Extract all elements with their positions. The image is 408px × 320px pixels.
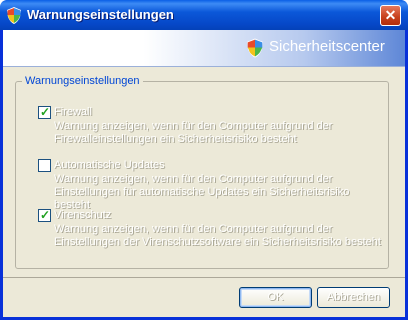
firewall-description: Warnung anzeigen, wenn für den Computer … bbox=[54, 120, 384, 146]
firewall-label[interactable]: Firewall bbox=[54, 106, 92, 118]
brand-title: Sicherheitscenter bbox=[269, 38, 385, 55]
automatic-updates-checkbox[interactable] bbox=[38, 159, 51, 172]
description-line: Einstellungen der Virenschutzsoftware ei… bbox=[54, 236, 381, 248]
virus-protection-label[interactable]: Virenschutz bbox=[54, 209, 111, 221]
security-shield-icon bbox=[7, 7, 21, 24]
ok-button[interactable]: OK bbox=[239, 287, 312, 308]
automatic-updates-label[interactable]: Automatische Updates bbox=[54, 159, 165, 171]
header-banner: Sicherheitscenter bbox=[3, 30, 405, 66]
group-label: Warnungseinstellungen bbox=[22, 75, 143, 87]
firewall-checkbox[interactable]: ✓ bbox=[38, 105, 51, 119]
description-line: Warnung anzeigen, wenn für den Computer … bbox=[54, 223, 333, 235]
description-line: Warnung anzeigen, wenn für den Computer … bbox=[54, 173, 333, 185]
window-title: Warnungseinstellungen bbox=[27, 7, 174, 22]
checkmark-icon: ✓ bbox=[40, 105, 51, 119]
close-button[interactable]: ✕ bbox=[380, 5, 401, 26]
description-line: Warnung anzeigen, wenn für den Computer … bbox=[54, 120, 333, 132]
virus-protection-checkbox[interactable]: ✓ bbox=[38, 208, 51, 222]
security-shield-icon bbox=[247, 38, 263, 58]
security-settings-window: Warnungseinstellungen ✕ Sicherheitscente… bbox=[0, 0, 408, 320]
checkmark-icon: ✓ bbox=[40, 208, 51, 222]
automatic-updates-description: Warnung anzeigen, wenn für den Computer … bbox=[54, 173, 384, 212]
divider bbox=[3, 66, 405, 67]
cancel-button[interactable]: Abbrechen bbox=[317, 287, 390, 308]
dialog-body: Sicherheitscenter Warnungseinstellungen … bbox=[3, 30, 405, 317]
virus-protection-description: Warnung anzeigen, wenn für den Computer … bbox=[54, 223, 384, 249]
title-bar[interactable]: Warnungseinstellungen ✕ bbox=[0, 0, 408, 30]
divider bbox=[3, 277, 405, 278]
description-line: Firewalleinstellungen ein Sicherheitsris… bbox=[54, 133, 297, 145]
